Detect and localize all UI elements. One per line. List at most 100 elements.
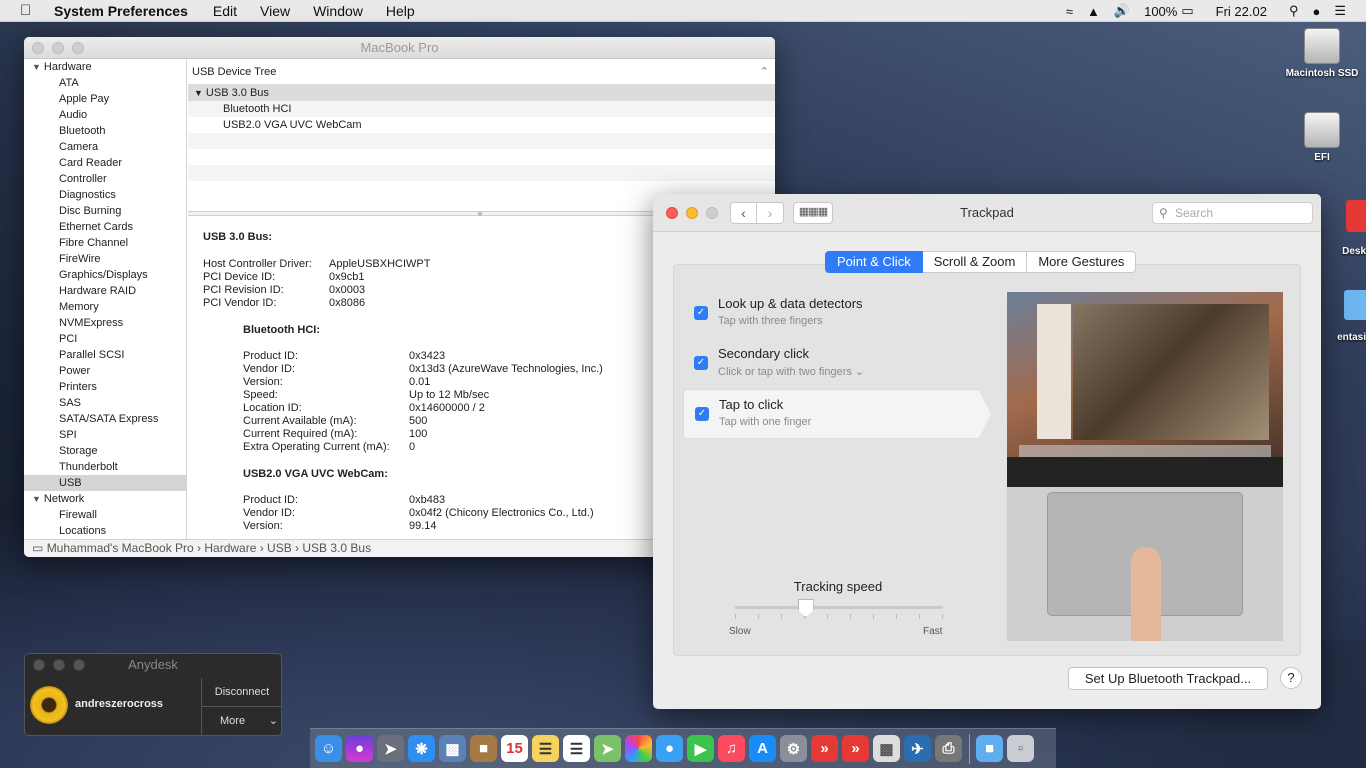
sidebar-item-printers[interactable]: Printers: [24, 379, 186, 395]
anydesk-icon[interactable]: »: [811, 735, 838, 762]
sidebar-item-spi[interactable]: SPI: [24, 427, 186, 443]
contacts-icon[interactable]: ■: [470, 735, 497, 762]
disclosure-triangle-icon[interactable]: ▼: [194, 88, 203, 98]
close-button[interactable]: [33, 659, 45, 671]
close-button[interactable]: [32, 42, 44, 54]
option-look-up[interactable]: ✓ Look up & data detectors Tap with thre…: [683, 289, 979, 339]
trash-icon[interactable]: ▫: [1007, 735, 1034, 762]
disclosure-triangle-icon[interactable]: ▼: [32, 494, 41, 504]
sidebar-item-locations[interactable]: Locations: [24, 523, 186, 539]
disclosure-triangle-icon[interactable]: ▼: [32, 62, 41, 72]
minimize-button[interactable]: [53, 659, 65, 671]
sidebar-item-memory[interactable]: Memory: [24, 299, 186, 315]
setup-bluetooth-trackpad-button[interactable]: Set Up Bluetooth Trackpad...: [1068, 667, 1268, 690]
image-viewer-icon[interactable]: ▩: [873, 735, 900, 762]
option-subtitle-dropdown[interactable]: Click or tap with two fingers ⌄: [718, 365, 864, 378]
sidebar-item-ethernet-cards[interactable]: Ethernet Cards: [24, 219, 186, 235]
sysinfo-titlebar[interactable]: MacBook Pro: [24, 37, 775, 59]
checkbox-checked[interactable]: ✓: [694, 356, 708, 370]
tree-row-webcam[interactable]: USB2.0 VGA UVC WebCam: [188, 117, 775, 133]
menu-app-name[interactable]: System Preferences: [54, 3, 188, 19]
forward-button[interactable]: ›: [757, 202, 784, 224]
tracking-speed-slider-track[interactable]: [735, 606, 943, 609]
desktop-icon-efi[interactable]: EFI: [1282, 112, 1362, 163]
sidebar-item-ata[interactable]: ATA: [24, 75, 186, 91]
help-button[interactable]: ?: [1280, 667, 1302, 689]
menu-help[interactable]: Help: [386, 3, 415, 19]
minimize-button[interactable]: [686, 207, 698, 219]
search-field[interactable]: ⚲ Search: [1152, 202, 1313, 224]
downloads-folder-icon[interactable]: ■: [976, 735, 1003, 762]
tab-scroll-zoom[interactable]: Scroll & Zoom: [922, 251, 1028, 273]
sidebar-item-usb[interactable]: USB: [24, 475, 186, 491]
sidebar-item-disc-burning[interactable]: Disc Burning: [24, 203, 186, 219]
sidebar-item-firewall[interactable]: Firewall: [24, 507, 186, 523]
volume-icon[interactable]: 🔊: [1114, 3, 1130, 19]
desktop-icon-macintosh-ssd[interactable]: Macintosh SSD: [1282, 28, 1362, 79]
more-button[interactable]: More ⌄: [201, 707, 282, 736]
sidebar-item-thunderbolt[interactable]: Thunderbolt: [24, 459, 186, 475]
tab-point-click[interactable]: Point & Click: [825, 251, 923, 273]
siri-icon[interactable]: ●: [346, 735, 373, 762]
checkbox-checked[interactable]: ✓: [695, 407, 709, 421]
chevron-up-icon[interactable]: ⌃: [760, 59, 769, 85]
zoom-button[interactable]: [73, 659, 85, 671]
sidebar-item-bluetooth[interactable]: Bluetooth: [24, 123, 186, 139]
tree-header[interactable]: USB Device Tree ⌃: [188, 59, 775, 85]
safari-icon[interactable]: ❋: [408, 735, 435, 762]
sidebar-item-graphics-displays[interactable]: Graphics/Displays: [24, 267, 186, 283]
sidebar-item-parallel-scsi[interactable]: Parallel SCSI: [24, 347, 186, 363]
network-utility-icon[interactable]: ✈: [904, 735, 931, 762]
reminders-icon[interactable]: ☰: [563, 735, 590, 762]
sidebar-item-apple-pay[interactable]: Apple Pay: [24, 91, 186, 107]
checkbox-checked[interactable]: ✓: [694, 306, 708, 320]
finder-icon[interactable]: ☺: [315, 735, 342, 762]
printer-icon[interactable]: ⎙: [935, 735, 962, 762]
tree-row-root[interactable]: ▼ USB 3.0 Bus: [188, 85, 775, 101]
sidebar-item-storage[interactable]: Storage: [24, 443, 186, 459]
sidebar-item-camera[interactable]: Camera: [24, 139, 186, 155]
tab-more-gestures[interactable]: More Gestures: [1027, 251, 1137, 273]
sidebar-item-power[interactable]: Power: [24, 363, 186, 379]
sidebar-item-firewire[interactable]: FireWire: [24, 251, 186, 267]
trackpad-toolbar[interactable]: ‹ › ▦▦▦ Trackpad ⚲ Search: [653, 194, 1321, 232]
sidebar-item-audio[interactable]: Audio: [24, 107, 186, 123]
divider-handle-icon[interactable]: [478, 212, 482, 216]
sidebar-item-pci[interactable]: PCI: [24, 331, 186, 347]
sidebar-group-hardware[interactable]: ▼ Hardware: [24, 59, 186, 75]
clock[interactable]: Fri 22.02: [1216, 4, 1267, 19]
wifi-icon[interactable]: ≈: [1066, 4, 1073, 19]
zoom-button[interactable]: [706, 207, 718, 219]
sidebar-item-nvmexpress[interactable]: NVMExpress: [24, 315, 186, 331]
battery-icon[interactable]: ▭: [1181, 3, 1193, 19]
airplay-icon[interactable]: ▲: [1087, 4, 1100, 19]
menu-view[interactable]: View: [260, 3, 290, 19]
show-all-grid-button[interactable]: ▦▦▦: [793, 202, 833, 224]
sidebar-item-hardware-raid[interactable]: Hardware RAID: [24, 283, 186, 299]
app-store-icon[interactable]: A: [749, 735, 776, 762]
apple-icon[interactable]: : [20, 2, 36, 19]
music-icon[interactable]: ♫: [718, 735, 745, 762]
facetime-icon[interactable]: ▶: [687, 735, 714, 762]
maps-icon[interactable]: ➤: [594, 735, 621, 762]
anydesk-icon[interactable]: »: [842, 735, 869, 762]
launchpad-icon[interactable]: ➤: [377, 735, 404, 762]
messages-icon[interactable]: ●: [656, 735, 683, 762]
sidebar-item-diagnostics[interactable]: Diagnostics: [24, 187, 186, 203]
preview-icon[interactable]: ▩: [439, 735, 466, 762]
system-preferences-icon[interactable]: ⚙: [780, 735, 807, 762]
tree-row-bluetooth[interactable]: Bluetooth HCI: [188, 101, 775, 117]
notes-icon[interactable]: ☰: [532, 735, 559, 762]
sidebar-item-fibre-channel[interactable]: Fibre Channel: [24, 235, 186, 251]
spotlight-icon[interactable]: ⚲: [1289, 3, 1299, 19]
option-tap-to-click[interactable]: ✓ Tap to click Tap with one finger: [683, 389, 991, 439]
anydesk-titlebar[interactable]: Anydesk: [25, 654, 281, 676]
sidebar-item-sata-sata-express[interactable]: SATA/SATA Express: [24, 411, 186, 427]
close-button[interactable]: [666, 207, 678, 219]
calendar-icon[interactable]: 15: [501, 735, 528, 762]
menu-window[interactable]: Window: [313, 3, 363, 19]
sidebar-item-sas[interactable]: SAS: [24, 395, 186, 411]
menu-edit[interactable]: Edit: [213, 3, 237, 19]
zoom-button[interactable]: [72, 42, 84, 54]
notification-center-icon[interactable]: ☰: [1334, 3, 1346, 19]
